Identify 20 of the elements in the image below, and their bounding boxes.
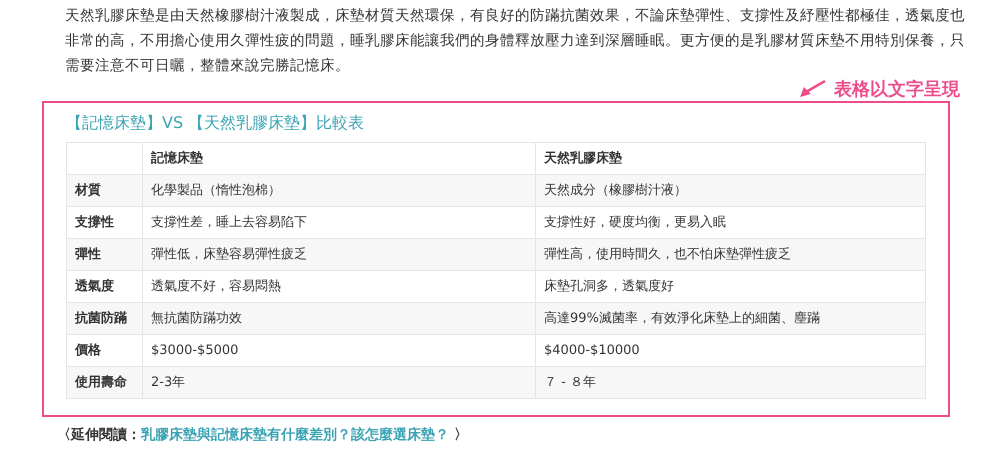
- column-header: 記憶床墊: [142, 142, 536, 174]
- intro-paragraph: 天然乳膠床墊是由天然橡膠樹汁液製成，床墊材質天然環保，有良好的防蹣抗菌效果，不論床墊彈性、支撐性及紓壓性都極佳，透氣度也非常的高，不用擔心使用久彈性疲的問題，睡乳膠床能讓我們的身體釋放壓力達到深層睡眠。更方便的是乳膠材質床墊不用特別保養，只需要注意不可日曬，整體來說完勝記憶床。: [65, 6, 965, 76]
- arrow-icon: [800, 80, 826, 98]
- table-title: 【記憶床墊】VS 【天然乳膠床墊】比較表: [66, 112, 366, 134]
- annotation-label: 表格以文字呈現: [834, 78, 960, 102]
- column-header: 天然乳膠床墊: [536, 142, 926, 174]
- table-cell: 天然成分（橡膠樹汁液）: [536, 174, 926, 206]
- row-header: 使用壽命: [66, 366, 142, 398]
- table-cell: 彈性低，床墊容易彈性疲乏: [142, 238, 536, 270]
- table-cell: ７ - ８年: [536, 366, 926, 398]
- table-cell: 無抗菌防蹣功效: [142, 302, 536, 334]
- table-cell: 化學製品（惰性泡棉）: [142, 174, 536, 206]
- further-reading-line: 〈延伸閱讀：乳膠床墊與記憶床墊有什麼差別？該怎麼選床墊？ 〉: [57, 426, 469, 445]
- article-link[interactable]: 乳膠床墊與記憶床墊有什麼差別？該怎麼選床墊？: [141, 427, 449, 443]
- row-header: 抗菌防蹣: [66, 302, 142, 334]
- row-header: 材質: [66, 174, 142, 206]
- table-cell: 高達99%滅菌率，有效淨化床墊上的細菌、塵蹣: [536, 302, 926, 334]
- table-cell: 彈性高，使用時間久，也不怕床墊彈性疲乏: [536, 238, 926, 270]
- row-header: 彈性: [66, 238, 142, 270]
- table-cell: 2-3年: [142, 366, 536, 398]
